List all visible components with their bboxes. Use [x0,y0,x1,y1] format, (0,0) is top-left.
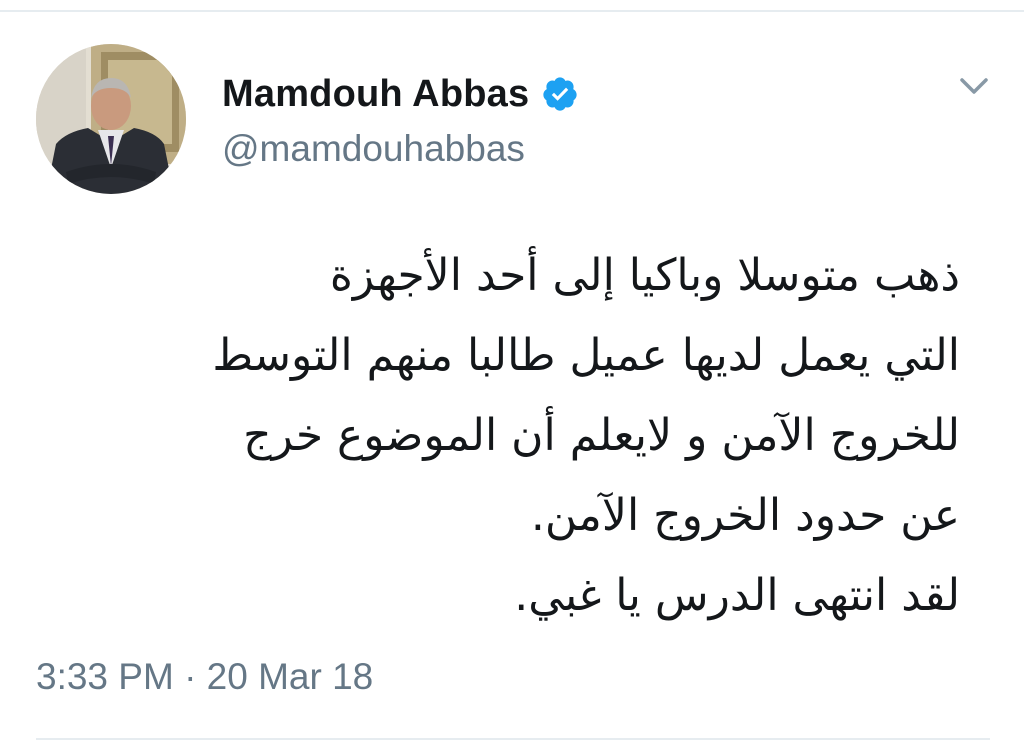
avatar[interactable] [36,44,186,194]
author-handle[interactable]: @mamdouhabbas [222,128,525,170]
chevron-down-icon[interactable] [956,72,992,100]
tweet-text-line: ذهب متوسلا وباكيا إلى أحد الأجهزة [329,250,960,301]
tweet-text-line: التي يعمل لديها عميل طالبا منهم التوسط [212,330,960,381]
display-name[interactable]: Mamdouh Abbas [222,73,529,116]
tweet-timestamp[interactable]: 3:33 PM · 20 Mar 18 [36,656,373,698]
tweet-text-line: عن حدود الخروج الآمن. [530,490,960,541]
tweet-text-line: للخروج الآمن و لايعلم أن الموضوع خرج [243,410,960,461]
top-divider [0,10,1024,12]
tweet-text-line: لقد انتهى الدرس يا غبي. [514,570,960,621]
tweet-card: Mamdouh Abbas @mamdouhabbas ذهب متوسلا و… [0,0,1024,747]
tweet-text: ذهب متوسلا وباكيا إلى أحد الأجهزة التي ي… [30,236,960,636]
author-name-row[interactable]: Mamdouh Abbas [222,68,579,120]
bottom-divider [36,738,990,740]
avatar-photo [36,44,186,194]
verified-badge-icon [541,75,579,113]
